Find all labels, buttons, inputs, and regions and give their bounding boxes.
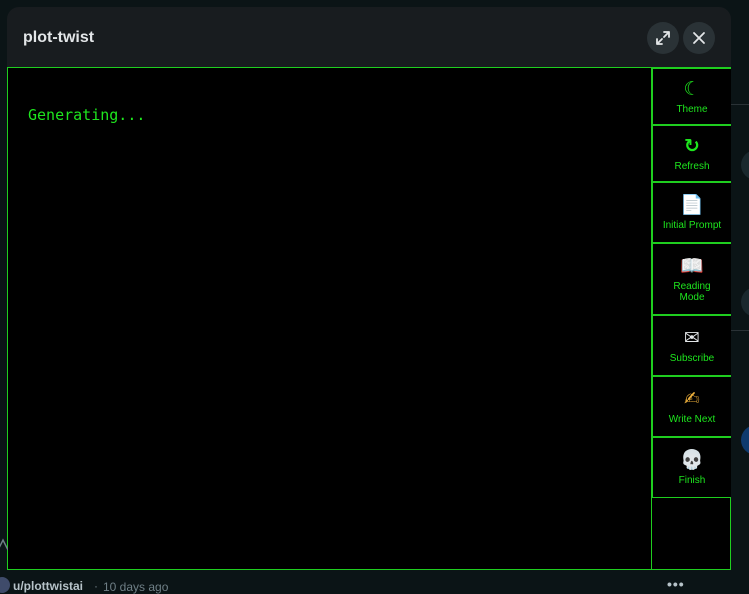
close-icon <box>693 32 705 44</box>
refresh-button[interactable]: ↻ Refresh <box>652 125 731 182</box>
subscribe-label: Subscribe <box>669 353 715 364</box>
sidebar-divider <box>731 330 749 331</box>
refresh-icon: ↻ <box>684 135 700 157</box>
background-sidebar <box>731 0 749 594</box>
writing-hand-icon: ✍ <box>684 388 700 410</box>
sidebar-avatar <box>741 287 749 317</box>
reading-mode-label: Reading Mode <box>673 281 711 303</box>
book-icon: 📖 <box>680 255 704 277</box>
post-meta-bar: u/plottwistai · 10 days ago ••• <box>0 570 731 594</box>
initial-prompt-label: Initial Prompt <box>662 220 722 231</box>
more-options-icon[interactable]: ••• <box>667 576 685 592</box>
expand-button[interactable] <box>647 22 679 54</box>
modal-title: plot-twist <box>23 29 95 46</box>
envelope-icon: ✉ <box>684 327 700 349</box>
close-button[interactable] <box>683 22 715 54</box>
refresh-label: Refresh <box>674 161 710 172</box>
toolbar: ☾ Theme ↻ Refresh 📄 Initial Prompt 📖 Rea… <box>651 68 731 569</box>
skull-icon: 💀 <box>680 449 704 471</box>
upvote-icon[interactable] <box>0 534 8 554</box>
reading-mode-button[interactable]: 📖 Reading Mode <box>652 243 731 315</box>
post-author[interactable]: u/plottwistai <box>13 579 83 593</box>
app-modal: plot-twist Generating... ☾ Theme ↻ Refre… <box>7 7 731 570</box>
app-frame: Generating... ☾ Theme ↻ Refresh 📄 Initia… <box>7 67 731 570</box>
write-next-button[interactable]: ✍ Write Next <box>652 376 731 437</box>
write-next-label: Write Next <box>668 414 716 425</box>
subscribe-button[interactable]: ✉ Subscribe <box>652 315 731 376</box>
meta-separator: · <box>94 579 98 593</box>
sidebar-divider <box>731 104 749 105</box>
document-icon: 📄 <box>680 194 704 216</box>
theme-label: Theme <box>676 104 708 115</box>
theme-button[interactable]: ☾ Theme <box>652 68 731 125</box>
story-text-area[interactable]: Generating... <box>8 68 651 569</box>
modal-header: plot-twist <box>7 7 731 67</box>
generating-status: Generating... <box>28 106 146 124</box>
sidebar-avatar <box>741 425 749 455</box>
post-time: 10 days ago <box>103 580 169 594</box>
author-avatar[interactable] <box>0 577 10 593</box>
initial-prompt-button[interactable]: 📄 Initial Prompt <box>652 182 731 243</box>
finish-button[interactable]: 💀 Finish <box>652 437 731 498</box>
expand-icon <box>656 31 670 45</box>
moon-icon: ☾ <box>683 78 701 100</box>
finish-label: Finish <box>678 475 706 486</box>
sidebar-avatar <box>741 150 749 180</box>
